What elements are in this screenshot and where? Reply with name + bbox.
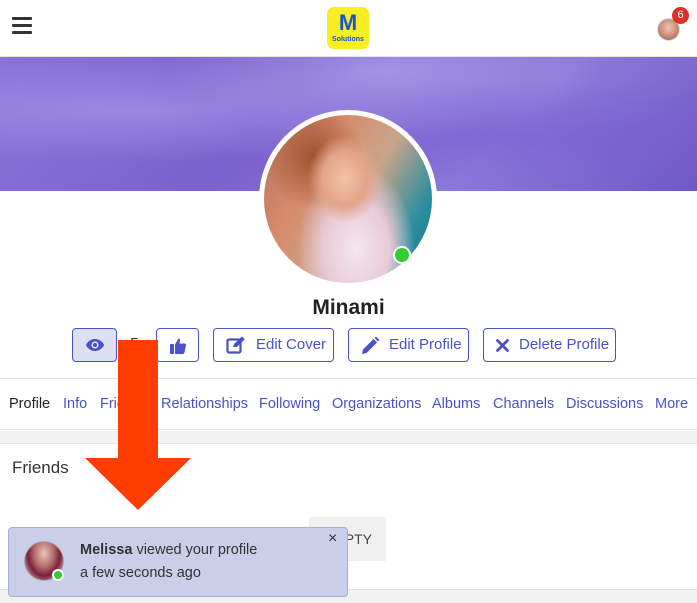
eye-icon: [86, 339, 104, 351]
delete-profile-label: Delete Profile: [519, 336, 610, 353]
toast-user-name: Melissa: [80, 542, 133, 558]
times-icon: [496, 339, 509, 352]
view-profile-button[interactable]: [72, 328, 117, 362]
notification-badge: 6: [672, 7, 689, 24]
thumbs-up-icon: [170, 338, 187, 354]
friends-title: Friends: [12, 458, 69, 477]
tab-following[interactable]: Following: [259, 396, 320, 412]
toast-online-dot: [52, 569, 64, 581]
edit-profile-label: Edit Profile: [389, 336, 462, 353]
online-status-dot: [393, 246, 411, 264]
edit-cover-label: Edit Cover: [256, 336, 327, 353]
tab-albums[interactable]: Albums: [432, 396, 480, 412]
pencil-icon: [362, 337, 379, 354]
toast-action-text: viewed your profile: [136, 542, 258, 558]
delete-profile-button[interactable]: Delete Profile: [483, 328, 616, 362]
profile-name: Minami: [312, 296, 385, 319]
tab-relationships[interactable]: Relationships: [161, 396, 248, 412]
edit-profile-button[interactable]: Edit Profile: [348, 328, 469, 362]
edit-cover-button[interactable]: Edit Cover: [213, 328, 334, 362]
site-logo[interactable]: M Solutions: [327, 7, 369, 49]
toast-time: a few seconds ago: [80, 565, 201, 581]
edit-square-icon: [226, 336, 245, 354]
tab-organizations[interactable]: Organizations: [332, 396, 421, 412]
section-divider: [0, 431, 697, 443]
logo-letter: M: [338, 10, 358, 35]
tab-info[interactable]: Info: [63, 396, 87, 412]
logo-subtitle: Solutions: [332, 36, 364, 43]
tab-friends[interactable]: Friends: [100, 396, 148, 412]
tab-more[interactable]: More: [655, 396, 688, 412]
close-icon[interactable]: ×: [328, 530, 337, 548]
like-button[interactable]: [156, 328, 199, 362]
profile-avatar-frame: [259, 110, 437, 288]
tab-profile[interactable]: Profile: [9, 396, 50, 412]
tab-discussions[interactable]: Discussions: [566, 396, 643, 412]
top-navbar: M Solutions 6: [0, 0, 697, 57]
hamburger-menu-icon[interactable]: [12, 17, 32, 35]
toast-message: Melissa viewed your profile: [80, 542, 257, 558]
profile-view-toast[interactable]: Melissa viewed your profile a few second…: [8, 527, 348, 597]
profile-tabs: Profile Info Friends Relationships Follo…: [0, 378, 697, 430]
like-count: 5: [130, 336, 139, 353]
tab-channels[interactable]: Channels: [493, 396, 554, 412]
